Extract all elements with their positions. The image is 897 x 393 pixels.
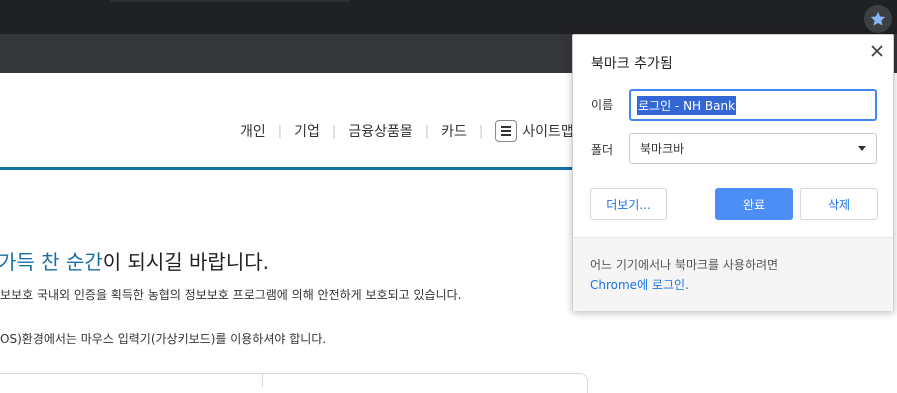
- tab-strip: [0, 0, 897, 34]
- bookmark-name-input[interactable]: 로그인 - NH Bank: [629, 89, 877, 121]
- popup-footer: 어느 기기에서나 북마크를 사용하려면 Chrome에 로그인.: [573, 237, 893, 311]
- more-button[interactable]: 더보기...: [590, 188, 667, 220]
- header-divider: [0, 167, 620, 170]
- sync-promo-text: 어느 기기에서나 북마크를 사용하려면: [590, 258, 779, 272]
- nav-item-products[interactable]: 금융상품몰: [348, 121, 412, 141]
- content-box: [0, 373, 588, 393]
- name-label: 이름: [591, 98, 614, 112]
- chrome-signin-link[interactable]: Chrome에 로그인: [590, 278, 685, 292]
- nav-item-card[interactable]: 카드: [441, 121, 467, 141]
- headline-text: 이 되시길 바랍니다.: [102, 250, 269, 274]
- star-icon: [870, 11, 886, 26]
- footer-suffix: .: [685, 278, 689, 292]
- folder-select-value: 북마크바: [640, 142, 685, 156]
- top-nav: 개인 | 기업 | 금융상품몰 | 카드 | 사이트맵: [240, 120, 574, 142]
- remove-button[interactable]: 삭제: [800, 188, 878, 220]
- folder-select[interactable]: 북마크바: [629, 133, 877, 164]
- chevron-down-icon: [858, 146, 866, 151]
- name-input-value: 로그인 - NH Bank: [637, 95, 737, 115]
- nav-separator: |: [277, 123, 283, 139]
- bookmark-star-button[interactable]: [864, 5, 892, 33]
- headline-highlight: 가득 찬 순간: [0, 250, 103, 274]
- nav-item-sitemap[interactable]: 사이트맵: [522, 121, 574, 141]
- done-button[interactable]: 완료: [715, 188, 793, 220]
- sync-promo-line: Chrome에 로그인.: [590, 276, 689, 293]
- keyboard-notice: OS)환경에서는 마우스 입력기(가상키보드)를 이용하셔야 합니다.: [0, 332, 327, 346]
- nav-separator: |: [331, 123, 337, 139]
- bookmark-popup: 북마크 추가됨 이름 로그인 - NH Bank 폴더 북마크바 더보기... …: [572, 34, 894, 311]
- nav-item-business[interactable]: 기업: [294, 121, 320, 141]
- nav-separator: |: [478, 123, 484, 139]
- popup-title: 북마크 추가됨: [591, 56, 673, 72]
- security-notice: 보보호 국내외 인증을 획득한 농협의 정보보호 프로그램에 의해 안전하게 보…: [0, 288, 462, 302]
- nav-separator: |: [424, 123, 430, 139]
- folder-label: 폴더: [591, 143, 614, 157]
- menu-icon[interactable]: [495, 120, 518, 142]
- content-box-divider: [262, 373, 263, 387]
- close-icon[interactable]: [869, 43, 885, 59]
- page-headline: 가득 찬 순간이 되시길 바랍니다.: [0, 246, 269, 275]
- tab-edge: [110, 0, 350, 2]
- nav-item-personal[interactable]: 개인: [240, 121, 266, 141]
